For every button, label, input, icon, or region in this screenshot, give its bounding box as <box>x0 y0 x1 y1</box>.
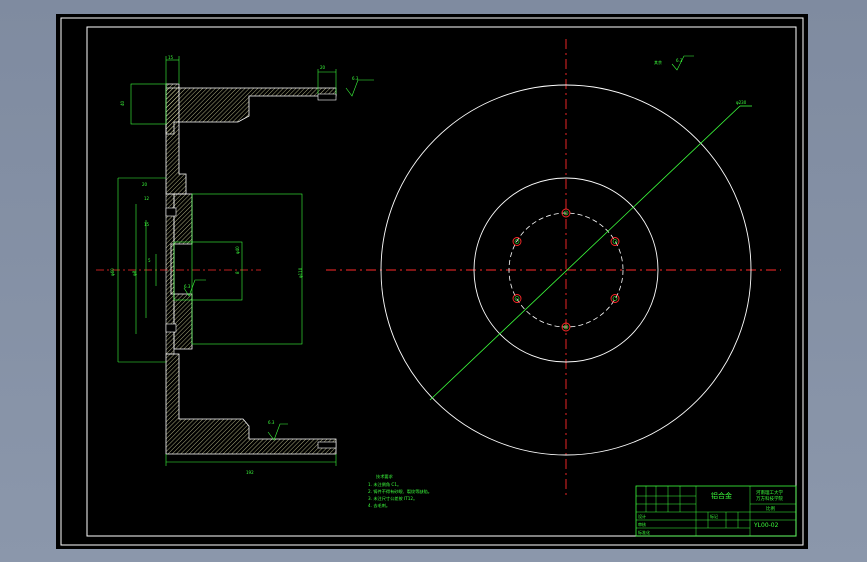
hub-hole-bottom <box>165 323 177 333</box>
tech-notes: 技术要求 1. 未注倒角 C1。 2. 铸件不得有砂眼、裂纹等缺陷。 3. 未注… <box>368 473 432 509</box>
top-block-outline <box>130 83 167 125</box>
title-school-2: 万方科技学院 <box>756 495 783 502</box>
title-school-1: 河南理工大学 <box>756 489 783 496</box>
top-flange-section <box>165 87 337 135</box>
hub-hole-top <box>165 207 177 217</box>
bore-projection <box>173 241 243 301</box>
title-material: 铝合金 <box>711 491 732 500</box>
title-mark: 标记 <box>710 513 718 519</box>
cad-viewport[interactable]: 15 40 20 20 12 15 5 8 φ60 φ8 φ110 φ40 19… <box>56 14 808 549</box>
dim-flange-step: 20 <box>142 182 148 187</box>
title-block: 铝合金 河南理工大学 万方科技学院 比例 YL00-02 设计 审核 标准化 标… <box>635 485 797 537</box>
dim-top-height: 40 <box>120 100 125 106</box>
dim-bolt-top: 20 <box>320 65 326 70</box>
roughness-other-value: 6.3 <box>676 58 683 63</box>
tech-note-1: 1. 未注倒角 C1。 <box>368 481 401 488</box>
title-drawing-no: YL00-02 <box>753 522 779 529</box>
diameter-label: φ230 <box>736 100 747 105</box>
drawing-canvas[interactable]: 15 40 20 20 12 15 5 8 φ60 φ8 φ110 φ40 19… <box>56 14 808 549</box>
bolt-hole <box>610 237 620 246</box>
dim-inner-dia: φ60 <box>110 268 115 276</box>
tech-note-3: 3. 未注尺寸公差按 IT12。 <box>368 495 417 502</box>
bottom-flange-section <box>165 353 337 455</box>
dim-hub-small: φ40 <box>235 246 240 254</box>
dim-hole-a: 12 <box>144 196 150 201</box>
roughness-a: 6.3 <box>352 76 359 81</box>
roughness-b: 6.3 <box>268 420 275 425</box>
roughness-c: 6.3 <box>184 284 191 289</box>
section-view: 15 40 20 20 12 15 5 8 φ60 φ8 φ110 φ40 19… <box>96 55 374 475</box>
dim-bore-dia: 8 <box>235 271 240 274</box>
bottom-bolt-hole <box>317 441 337 449</box>
title-scale-label: 比例 <box>766 505 775 512</box>
tech-note-2: 2. 铸件不得有砂眼、裂纹等缺陷。 <box>368 488 432 495</box>
diameter-leader <box>429 105 741 401</box>
tech-notes-title: 技术要求 <box>376 473 394 480</box>
circle-view: φ230 其余 6.3 <box>326 39 781 499</box>
hub-projection <box>191 193 303 345</box>
title-checker: 审核 <box>638 521 646 527</box>
top-bolt-hole <box>317 93 337 101</box>
dim-bore-depth: 5 <box>148 258 151 263</box>
dim-hole-b: 15 <box>144 222 150 227</box>
title-standard: 标准化 <box>638 529 650 535</box>
dim-top-width: 15 <box>168 55 174 60</box>
dim-hub-dia: φ110 <box>298 267 303 278</box>
bolt-hole <box>610 294 620 303</box>
tech-note-4: 4. 去毛刺。 <box>368 502 390 509</box>
title-designer: 设计 <box>638 513 646 519</box>
dim-outer-dia: φ8 <box>132 270 137 276</box>
roughness-other-label: 其余 <box>654 59 662 65</box>
dim-bottom-length: 192 <box>246 470 254 475</box>
